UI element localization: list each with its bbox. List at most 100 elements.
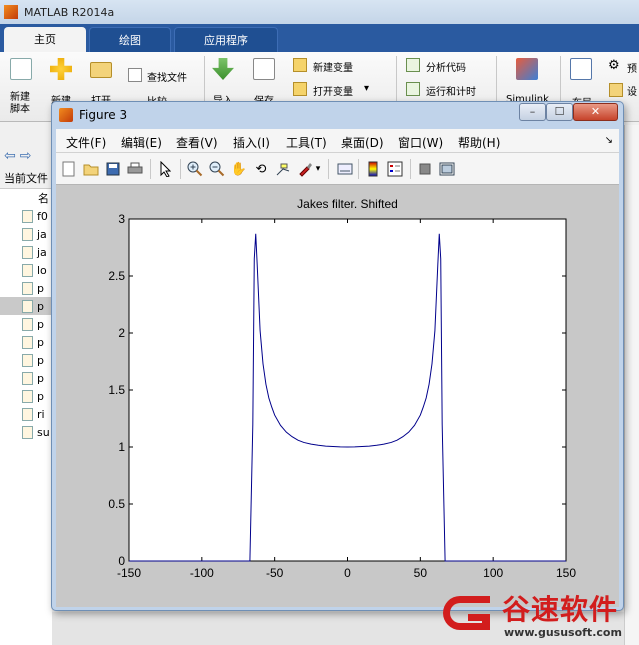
find-files-button[interactable]: 查找文件 xyxy=(147,69,187,84)
mfile-icon xyxy=(22,371,33,385)
legend-icon[interactable] xyxy=(386,160,404,178)
x-tick-label: 0 xyxy=(344,566,351,580)
gususoft-logo-icon xyxy=(443,596,490,630)
edit-plot-arrow-icon[interactable] xyxy=(156,160,174,178)
layout-icon[interactable] xyxy=(570,58,592,80)
x-tick-label: 50 xyxy=(414,566,428,580)
pan-hand-icon[interactable]: ✋ xyxy=(230,160,248,178)
zoom-in-icon[interactable] xyxy=(186,160,204,178)
file-list-header: 名 xyxy=(38,192,49,205)
menu-window[interactable]: 窗口(W) xyxy=(398,134,443,151)
list-item[interactable]: p xyxy=(0,297,52,315)
menu-tools[interactable]: 工具(T) xyxy=(286,134,327,151)
open-folder-icon[interactable] xyxy=(90,62,112,78)
right-side-panel xyxy=(624,125,639,645)
open-variable-dropdown-icon[interactable]: ▾ xyxy=(364,83,369,94)
mfile-icon xyxy=(22,425,33,439)
analyze-code-icon xyxy=(406,58,420,72)
hide-plot-tools-icon[interactable] xyxy=(416,160,434,178)
mfile-icon xyxy=(22,299,33,313)
forward-arrow-icon[interactable]: ⇨ xyxy=(20,148,32,164)
menu-desktop[interactable]: 桌面(D) xyxy=(341,134,384,151)
gear-icon: ⚙ xyxy=(608,58,620,73)
open-variable-button[interactable]: 打开变量 xyxy=(313,83,353,98)
menubar-arrow-icon[interactable]: ↘ xyxy=(605,135,613,146)
main-titlebar: MATLAB R2014a xyxy=(0,0,639,24)
new-plus-icon[interactable] xyxy=(50,58,72,80)
current-folder-panel: 名 f0 ja ja lo p p p p p p p ri su xyxy=(0,188,52,645)
watermark-url: www.gususoft.com xyxy=(504,626,622,639)
rotate-3d-icon[interactable]: ⟲ xyxy=(252,160,270,178)
run-and-time-button[interactable]: 运行和计时 xyxy=(426,83,476,98)
show-plot-tools-icon[interactable] xyxy=(438,160,456,178)
back-arrow-icon[interactable]: ⇦ xyxy=(4,148,16,164)
set-path-button[interactable]: 设 xyxy=(627,83,637,98)
list-item[interactable]: p xyxy=(0,387,52,405)
preferences-button[interactable]: 预 xyxy=(627,60,637,75)
x-tick-label: -50 xyxy=(266,566,284,580)
new-figure-icon[interactable] xyxy=(60,160,78,178)
list-item[interactable]: ja xyxy=(0,225,52,243)
new-variable-button[interactable]: 新建变量 xyxy=(313,59,353,74)
plot-title: Jakes filter. Shifted xyxy=(297,197,398,211)
list-item[interactable]: lo xyxy=(0,261,52,279)
toolbar-separator xyxy=(410,159,411,179)
simulink-icon[interactable] xyxy=(516,58,538,80)
mfile-icon xyxy=(22,245,33,259)
maximize-icon[interactable]: ☐ xyxy=(546,103,573,121)
menu-help[interactable]: 帮助(H) xyxy=(458,134,500,151)
list-item[interactable]: ja xyxy=(0,243,52,261)
minimize-icon[interactable]: – xyxy=(519,103,546,121)
data-cursor-icon[interactable] xyxy=(274,160,292,178)
plot-canvas[interactable]: Jakes filter. Shifted -150 -100 -50 0 50 100 1… xyxy=(56,185,619,607)
list-item[interactable]: ri xyxy=(0,405,52,423)
toolbar-separator xyxy=(358,159,359,179)
figure-body: 文件(F) 编辑(E) 查看(V) 插入(I) 工具(T) 桌面(D) 窗口(W… xyxy=(56,129,619,607)
ribbon-tabstrip: 主页 绘图 应用程序 xyxy=(0,24,639,52)
menu-view[interactable]: 查看(V) xyxy=(176,134,218,151)
x-tick-label: 100 xyxy=(483,566,503,580)
tab-plots[interactable]: 绘图 xyxy=(89,27,171,52)
menu-file[interactable]: 文件(F) xyxy=(66,134,106,151)
list-item[interactable]: p xyxy=(0,351,52,369)
y-tick-label: 0.5 xyxy=(108,497,125,511)
new-script-button[interactable]: 新建 脚本 xyxy=(10,92,30,116)
list-item[interactable]: p xyxy=(0,369,52,387)
x-tick-label: -100 xyxy=(190,566,214,580)
save-icon[interactable] xyxy=(104,160,122,178)
mfile-icon xyxy=(22,335,33,349)
list-item[interactable]: su xyxy=(0,423,52,441)
import-arrow-icon[interactable] xyxy=(212,58,234,80)
brush-dropdown-icon[interactable]: ▾ xyxy=(313,160,323,178)
toolbar-separator xyxy=(180,159,181,179)
mfile-icon xyxy=(22,353,33,367)
new-script-icon[interactable] xyxy=(10,58,32,80)
list-item[interactable]: f0 xyxy=(0,207,52,225)
toolbar-separator xyxy=(150,159,151,179)
list-item[interactable]: p xyxy=(0,279,52,297)
folder-navbar: ⇦ ⇨ xyxy=(0,146,50,166)
y-tick-label: 2 xyxy=(118,326,125,340)
figure-toolbar: ✋ ⟲ ▾ xyxy=(56,153,619,185)
tab-home[interactable]: 主页 xyxy=(4,27,86,52)
list-item[interactable]: p xyxy=(0,315,52,333)
menu-edit[interactable]: 编辑(E) xyxy=(121,134,162,151)
current-folder-label: 当前文件 xyxy=(4,172,48,185)
matlab-logo-icon xyxy=(59,108,73,122)
save-workspace-icon[interactable] xyxy=(253,58,275,80)
set-path-icon xyxy=(609,83,623,97)
colorbar-icon[interactable] xyxy=(364,160,382,178)
mfile-icon xyxy=(22,317,33,331)
analyze-code-button[interactable]: 分析代码 xyxy=(426,59,466,74)
menu-insert[interactable]: 插入(I) xyxy=(233,134,270,151)
print-icon[interactable] xyxy=(126,160,144,178)
open-file-icon[interactable] xyxy=(82,160,100,178)
tab-apps[interactable]: 应用程序 xyxy=(174,27,278,52)
find-files-icon xyxy=(128,68,142,82)
brush-icon[interactable] xyxy=(296,160,314,178)
close-icon[interactable]: ✕ xyxy=(573,103,618,121)
link-plot-icon[interactable] xyxy=(336,160,354,178)
zoom-out-icon[interactable] xyxy=(208,160,226,178)
mfile-icon xyxy=(22,389,33,403)
list-item[interactable]: p xyxy=(0,333,52,351)
